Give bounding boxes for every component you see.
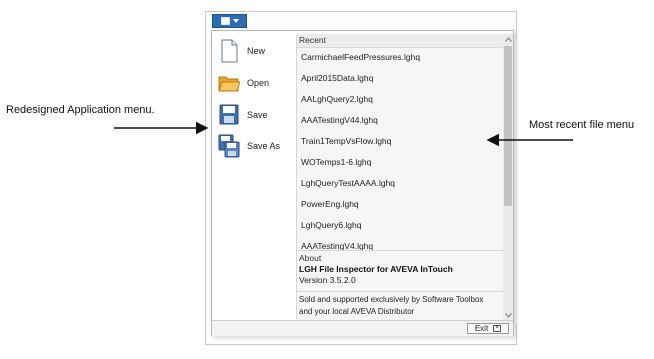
annotation-arrows — [114, 121, 573, 147]
